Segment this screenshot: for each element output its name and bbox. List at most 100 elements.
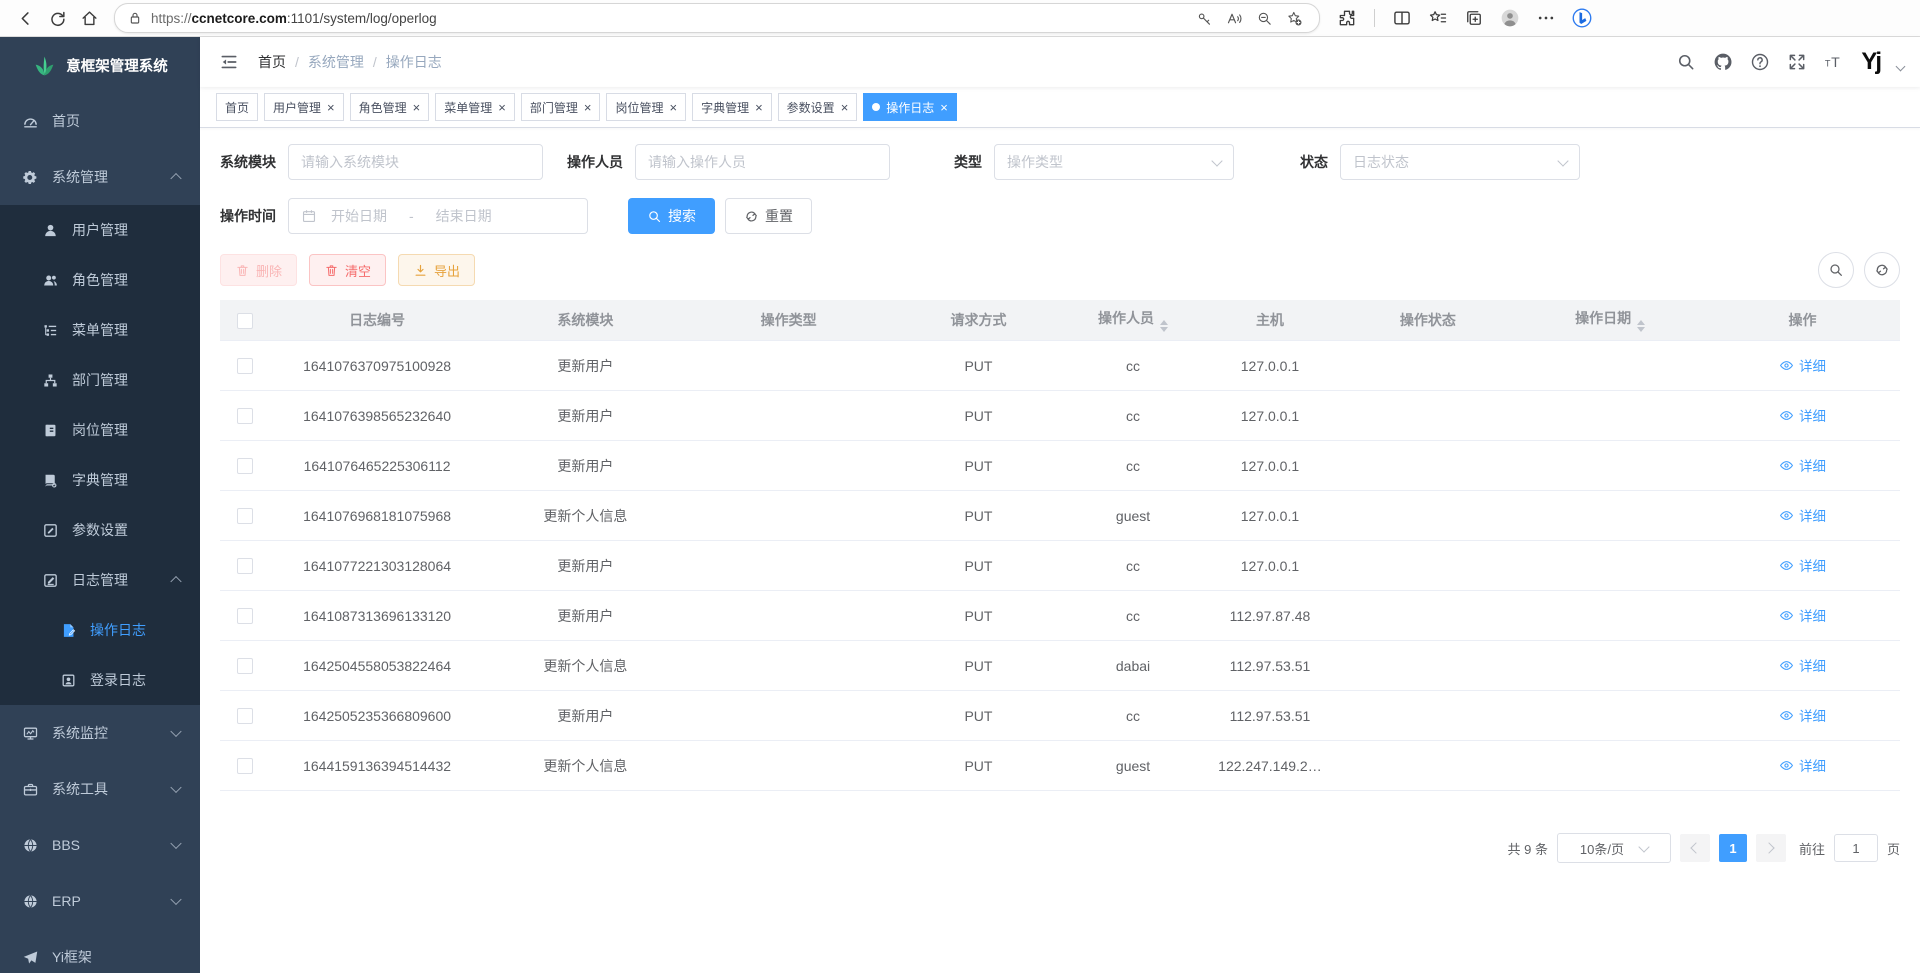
sort-carets[interactable] [1637, 320, 1645, 332]
tab-role-mgmt[interactable]: 角色管理× [350, 93, 430, 121]
font-size-button[interactable]: TT [1824, 52, 1844, 72]
github-button[interactable] [1713, 52, 1733, 72]
close-icon[interactable]: × [755, 101, 763, 114]
detail-link[interactable]: 详细 [1779, 655, 1826, 675]
fullscreen-button[interactable] [1787, 52, 1807, 72]
sidebar-item-role-mgmt[interactable]: 角色管理 [0, 255, 200, 305]
next-page-button[interactable] [1756, 834, 1786, 862]
row-checkbox[interactable] [237, 508, 253, 524]
show-search-button[interactable] [1818, 252, 1854, 288]
type-select[interactable]: 操作类型 [994, 144, 1234, 180]
sidebar-item-oper-log[interactable]: 操作日志 [0, 605, 200, 655]
bing-chat-button[interactable] [1567, 4, 1597, 33]
row-checkbox[interactable] [237, 608, 253, 624]
close-icon[interactable]: × [327, 101, 335, 114]
split-screen-button[interactable] [1387, 4, 1417, 33]
prev-page-button[interactable] [1680, 834, 1710, 862]
detail-link[interactable]: 详细 [1779, 555, 1826, 575]
tab-dict-mgmt[interactable]: 字典管理× [692, 93, 772, 121]
sidebar-item-param-settings[interactable]: 参数设置 [0, 505, 200, 555]
sidebar-item-log-mgmt[interactable]: 日志管理 [0, 555, 200, 605]
clear-button[interactable]: 清空 [309, 254, 386, 286]
row-checkbox[interactable] [237, 558, 253, 574]
date-range-picker[interactable]: 开始日期 - 结束日期 [288, 198, 588, 234]
reset-button[interactable]: 重置 [725, 198, 812, 234]
chevron-down-icon[interactable] [1896, 61, 1906, 71]
tab-dept-mgmt[interactable]: 部门管理× [521, 93, 601, 121]
page-size-select[interactable]: 10条/页 [1557, 833, 1671, 863]
sidebar-item-menu-mgmt[interactable]: 菜单管理 [0, 305, 200, 355]
sidebar-item-user-mgmt[interactable]: 用户管理 [0, 205, 200, 255]
close-icon[interactable]: × [584, 101, 592, 114]
status-select[interactable]: 日志状态 [1340, 144, 1580, 180]
sidebar-item-erp[interactable]: ERP [0, 873, 200, 929]
sidebar-item-dept-mgmt[interactable]: 部门管理 [0, 355, 200, 405]
close-icon[interactable]: × [669, 101, 677, 114]
cell-op-type [687, 491, 890, 541]
help-button[interactable] [1750, 52, 1770, 72]
row-checkbox[interactable] [237, 408, 253, 424]
detail-link[interactable]: 详细 [1779, 505, 1826, 525]
detail-link[interactable]: 详细 [1779, 455, 1826, 475]
select-all-checkbox[interactable] [237, 313, 253, 329]
sidebar-item-post-mgmt[interactable]: 岗位管理 [0, 405, 200, 455]
breadcrumb-item[interactable]: 首页 [258, 52, 286, 72]
sidebar-item-login-log[interactable]: 登录日志 [0, 655, 200, 705]
detail-link[interactable]: 详细 [1779, 755, 1826, 775]
detail-link[interactable]: 详细 [1779, 705, 1826, 725]
extensions-button[interactable] [1332, 4, 1362, 33]
cell-log-id: 1642505235366809600 [270, 691, 483, 741]
sidebar-collapse-button[interactable] [216, 49, 242, 75]
sidebar-item-system-tools[interactable]: 系统工具 [0, 761, 200, 817]
refresh-table-button[interactable] [1864, 252, 1900, 288]
row-checkbox[interactable] [237, 358, 253, 374]
tab-oper-log[interactable]: 操作日志× [863, 93, 957, 121]
tab-menu-mgmt[interactable]: 菜单管理× [435, 93, 515, 121]
close-icon[interactable]: × [498, 101, 506, 114]
tab-home[interactable]: 首页 [216, 93, 258, 121]
goto-page-input[interactable] [1834, 834, 1878, 862]
row-checkbox[interactable] [237, 458, 253, 474]
browser-home-button[interactable] [74, 4, 104, 33]
sidebar-item-dict-mgmt[interactable]: 字典管理 [0, 455, 200, 505]
sidebar-item-yi-frame[interactable]: Yi框架 [0, 929, 200, 973]
tab-param-settings[interactable]: 参数设置× [778, 93, 858, 121]
sidebar-item-home[interactable]: 首页 [0, 93, 200, 149]
browser-back-button[interactable] [10, 4, 40, 33]
page-number-1[interactable]: 1 [1719, 834, 1747, 862]
sidebar-item-system-monitor[interactable]: 系统监控 [0, 705, 200, 761]
sidebar-item-bbs[interactable]: BBS [0, 817, 200, 873]
close-icon[interactable]: × [940, 101, 948, 114]
app-logo[interactable]: 意框架管理系统 [0, 37, 200, 93]
search-button[interactable] [1676, 52, 1696, 72]
browser-refresh-button[interactable] [42, 4, 72, 33]
profile-button[interactable] [1495, 4, 1525, 33]
favorites-button[interactable] [1423, 4, 1453, 33]
sort-carets[interactable] [1160, 320, 1168, 332]
delete-button[interactable]: 删除 [220, 254, 297, 286]
tab-user-mgmt[interactable]: 用户管理× [264, 93, 344, 121]
close-icon[interactable]: × [413, 101, 421, 114]
tab-post-mgmt[interactable]: 岗位管理× [606, 93, 686, 121]
address-bar[interactable]: https://ccnetcore.com:1101/system/log/op… [114, 3, 1320, 33]
read-aloud-button[interactable] [1221, 5, 1247, 31]
more-button[interactable] [1531, 4, 1561, 33]
module-input[interactable] [288, 144, 543, 180]
row-checkbox[interactable] [237, 658, 253, 674]
password-button[interactable] [1191, 5, 1217, 31]
row-checkbox[interactable] [237, 708, 253, 724]
export-button[interactable]: 导出 [398, 254, 475, 286]
zoom-out-button[interactable] [1251, 5, 1277, 31]
collections-button[interactable] [1459, 4, 1489, 33]
row-checkbox[interactable] [237, 758, 253, 774]
yj-logo[interactable]: Yj [1861, 50, 1880, 74]
detail-link[interactable]: 详细 [1779, 355, 1826, 375]
detail-link[interactable]: 详细 [1779, 405, 1826, 425]
detail-link[interactable]: 详细 [1779, 605, 1826, 625]
module-label: 系统模块 [220, 152, 276, 172]
add-favorite-button[interactable] [1281, 5, 1307, 31]
search-button[interactable]: 搜索 [628, 198, 715, 234]
close-icon[interactable]: × [841, 101, 849, 114]
operator-input[interactable] [635, 144, 890, 180]
sidebar-item-system-mgmt[interactable]: 系统管理 [0, 149, 200, 205]
